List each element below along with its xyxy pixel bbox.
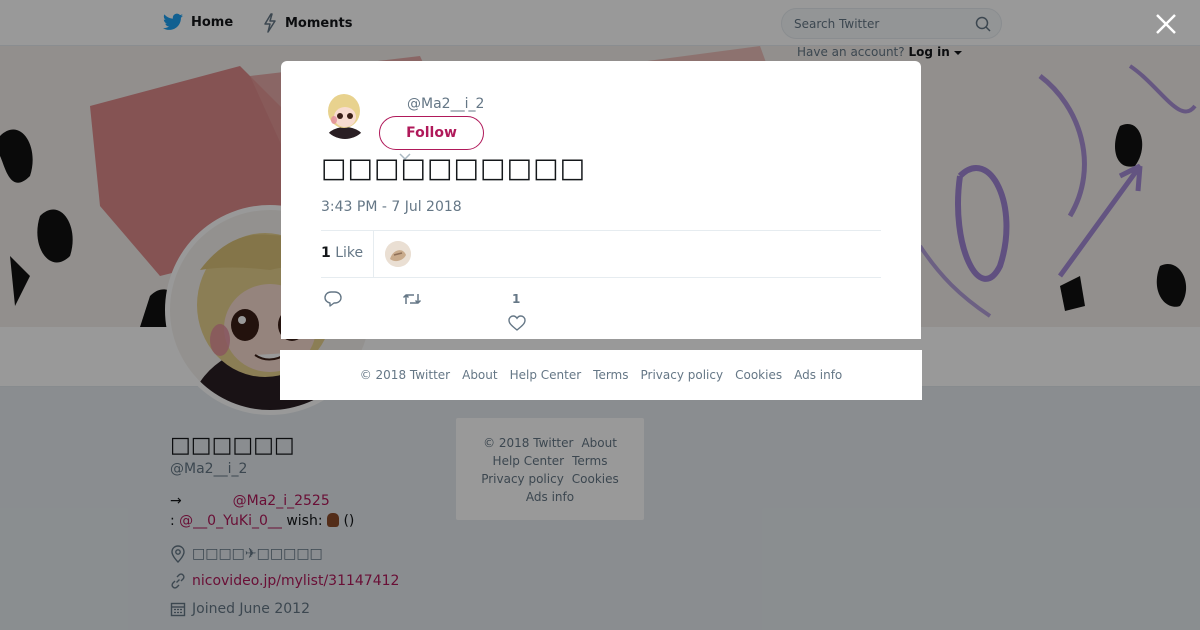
retweet-icon[interactable] bbox=[402, 291, 422, 307]
liker-avatar[interactable] bbox=[385, 241, 411, 267]
follow-button[interactable]: Follow bbox=[379, 116, 484, 150]
tweet-timestamp[interactable]: 3:43 PM - 7 Jul 2018 bbox=[321, 199, 462, 215]
likes-count-label: Like bbox=[335, 245, 364, 261]
tweet-author-avatar[interactable] bbox=[321, 91, 369, 139]
stats-divider bbox=[373, 231, 374, 277]
likes-count[interactable]: 1 Like bbox=[321, 245, 363, 261]
action-like-count: 1 bbox=[512, 292, 521, 306]
modal-footer-privacy-link[interactable]: Privacy policy bbox=[641, 368, 724, 382]
tweet-author-handle[interactable]: @Ma2__i_2 bbox=[407, 96, 484, 112]
tweet-stats: 1 Like bbox=[321, 230, 881, 278]
tweet-avatar-illustration bbox=[321, 91, 369, 139]
reply-icon[interactable] bbox=[324, 290, 342, 308]
liker-avatar-image bbox=[385, 241, 411, 267]
modal-footer-about-link[interactable]: About bbox=[462, 368, 497, 382]
modal-footer: © 2018 Twitter About Help Center Terms P… bbox=[280, 350, 922, 400]
close-icon[interactable] bbox=[1152, 10, 1180, 38]
heart-icon[interactable] bbox=[508, 315, 526, 331]
likes-count-value: 1 bbox=[321, 245, 331, 261]
modal-footer-help-link[interactable]: Help Center bbox=[510, 368, 582, 382]
modal-footer-cookies-link[interactable]: Cookies bbox=[735, 368, 782, 382]
modal-footer-copyright: © 2018 Twitter bbox=[359, 368, 451, 382]
tweet-modal: @Ma2__i_2 Follow □□□□□□□□□□ 3:43 PM - 7 … bbox=[281, 61, 921, 339]
tweet-text: □□□□□□□□□□ bbox=[321, 153, 587, 184]
modal-footer-terms-link[interactable]: Terms bbox=[593, 368, 628, 382]
modal-footer-ads-link[interactable]: Ads info bbox=[794, 368, 842, 382]
